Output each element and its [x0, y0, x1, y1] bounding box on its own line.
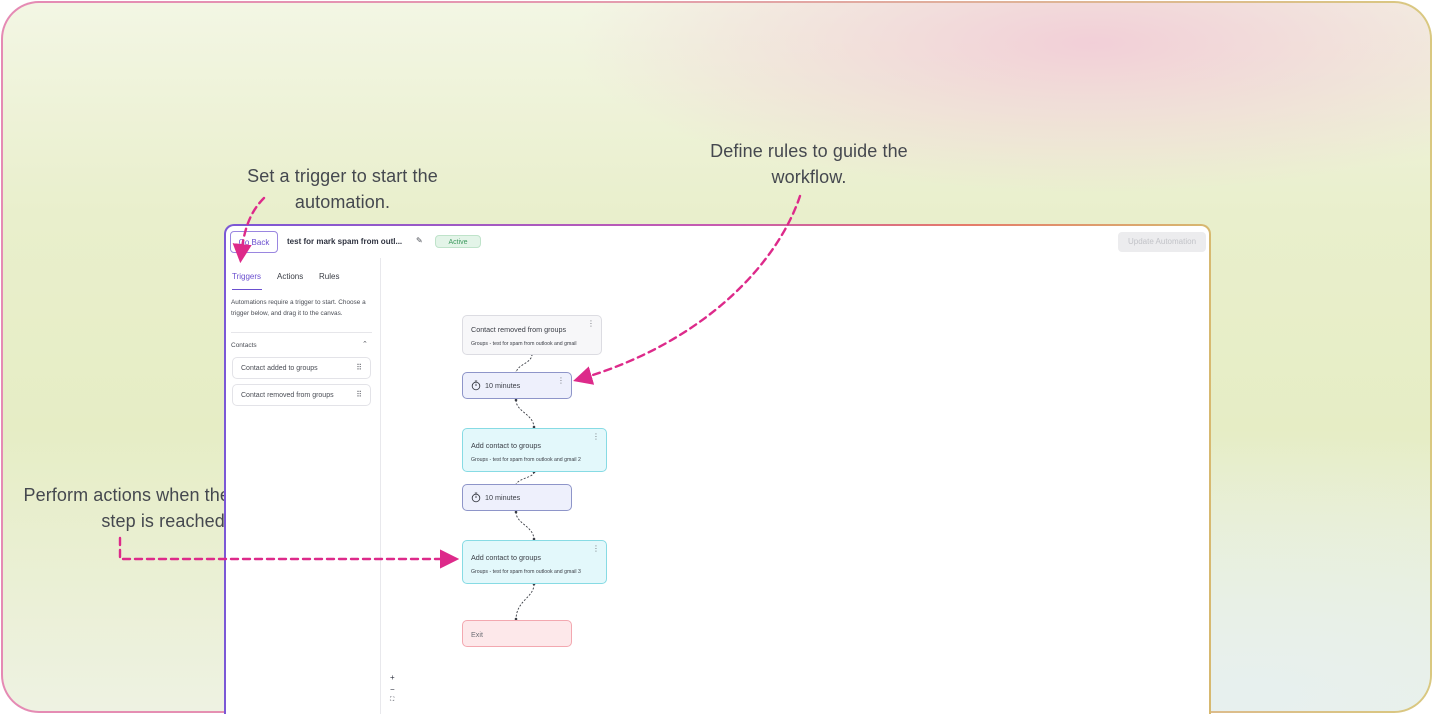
more-vertical-icon[interactable]: ⋮	[587, 319, 595, 328]
connector-dot	[514, 398, 518, 402]
exit-label: Exit	[471, 630, 483, 639]
callout-trigger: Set a trigger to start the automation.	[247, 166, 438, 212]
workflow-delay-node[interactable]: 10 minutes ⋮	[462, 372, 572, 399]
node-detail: Groups - test for spam from outlook and …	[471, 457, 581, 463]
callout-actions: Perform actions when the step is reached…	[23, 485, 230, 531]
more-vertical-icon[interactable]: ⋮	[592, 432, 600, 441]
connector-line	[515, 511, 535, 541]
connector-line	[515, 583, 535, 621]
workflow-connectors	[514, 352, 536, 621]
zoom-in-button[interactable]: +	[390, 673, 395, 682]
node-title: Add contact to groups	[471, 441, 541, 450]
delay-label: 10 minutes	[485, 381, 521, 390]
node-title: Contact removed from groups	[471, 325, 567, 334]
workflow-trigger-node[interactable]: Contact removed from groups Groups - tes…	[462, 315, 602, 355]
stopwatch-icon	[471, 380, 481, 391]
more-vertical-icon[interactable]: ⋮	[592, 544, 600, 553]
stopwatch-icon	[471, 492, 481, 503]
delay-label: 10 minutes	[485, 493, 521, 502]
connector-line	[515, 399, 535, 429]
connector-dot	[514, 510, 518, 514]
fit-view-button[interactable]: ⛶	[390, 697, 394, 704]
automation-editor-window: Go Back test for mark spam from outl... …	[224, 224, 1211, 714]
workflow-exit-node[interactable]: Exit	[462, 620, 572, 647]
node-detail: Groups - test for spam from outlook and …	[471, 569, 581, 575]
zoom-out-button[interactable]: −	[390, 685, 395, 694]
workflow-delay-node[interactable]: 10 minutes	[462, 484, 572, 511]
node-detail: Groups - test for spam from outlook and …	[471, 341, 577, 347]
connector-line	[515, 353, 533, 375]
workflow-action-node[interactable]: Add contact to groups Groups - test for …	[462, 540, 607, 584]
node-title: Add contact to groups	[471, 553, 541, 562]
workflow-action-node[interactable]: Add contact to groups Groups - test for …	[462, 428, 607, 472]
more-vertical-icon[interactable]: ⋮	[557, 376, 565, 385]
callout-rules: Define rules to guide the workflow.	[710, 141, 908, 187]
